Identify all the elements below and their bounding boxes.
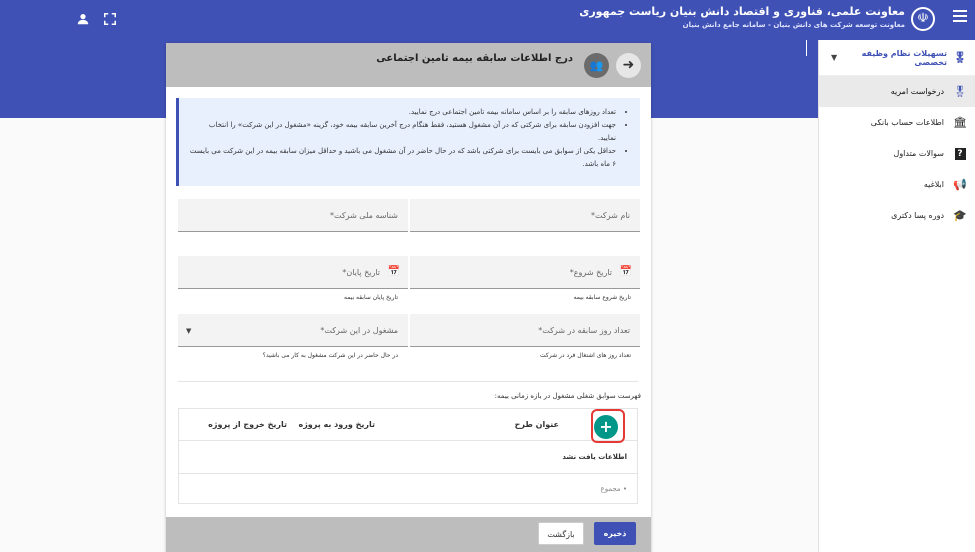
days-hint: تعداد روز های اشتغال فرد در شرکت — [540, 352, 631, 359]
column-project-title: عنوان طرح — [514, 420, 559, 429]
days-placeholder: تعداد روز سابقه در شرکت* — [538, 326, 630, 335]
person-icon[interactable] — [76, 12, 90, 26]
national-id-placeholder: شناسه ملی شرکت* — [329, 211, 398, 220]
column-entry-date: تاریخ ورود به پروژه — [298, 420, 375, 429]
fullscreen-icon[interactable] — [103, 12, 117, 26]
graduation-cap-icon: 🎓 — [953, 209, 967, 222]
end-date-hint: تاریخ پایان سابقه بیمه — [343, 294, 398, 301]
sidebar-item-postdoc[interactable]: 🎓 دوره پسا دکتری — [819, 200, 975, 231]
sidebar-item-label: درخواست امریه — [890, 87, 944, 96]
company-name-field[interactable]: نام شرکت* — [410, 199, 640, 232]
start-date-field[interactable]: 📅 تاریخ شروع* — [410, 256, 640, 289]
sidebar-item-faq[interactable]: ? سوالات متداول — [819, 138, 975, 169]
section-divider — [178, 381, 638, 382]
sidebar: 🎖 تسهیلات نظام وظیفه تخصصی ▼ 🎖 درخواست ا… — [818, 40, 975, 552]
arrow-forward-icon[interactable]: ➜ — [616, 53, 641, 78]
end-date-field[interactable]: 📅 تاریخ پایان* — [178, 256, 408, 289]
medal-icon: 🎖 — [953, 85, 967, 98]
person-add-icon: 👥 — [584, 53, 609, 78]
add-record-button[interactable]: + — [594, 415, 618, 439]
calendar-icon[interactable]: 📅 — [620, 266, 632, 277]
info-box: تعداد روزهای سابقه را بر اساس سامانه بیم… — [176, 98, 640, 186]
national-id-field[interactable]: شناسه ملی شرکت* — [178, 199, 408, 232]
sum-label: • مجموع — [600, 485, 627, 493]
sidebar-item-label: اطلاعات حساب بانکی — [870, 118, 944, 127]
page-title: درج اطلاعات سابقه بیمه تامین اجتماعی — [376, 53, 573, 64]
start-date-hint: تاریخ شروع سابقه بیمه — [573, 294, 631, 301]
column-exit-date: تاریخ خروج از پروژه — [208, 420, 287, 429]
save-button[interactable]: ذخیره — [594, 522, 636, 545]
employed-select[interactable]: مشغول در این شرکت* ▼ — [178, 314, 408, 347]
card-footer: ذخیره بازگشت — [166, 517, 651, 552]
bank-icon: 🏛 — [953, 116, 967, 129]
sidebar-item-announcement[interactable]: 📢 ابلاغیه — [819, 169, 975, 200]
calendar-icon[interactable]: 📅 — [388, 266, 400, 277]
empty-message: اطلاعات یافت نشد — [562, 453, 627, 461]
divider — [806, 40, 807, 56]
sidebar-group-military-service[interactable]: 🎖 تسهیلات نظام وظیفه تخصصی ▼ — [819, 40, 975, 76]
info-item: حداقل یکی از سوابق می بایست برای شرکتی ب… — [189, 145, 616, 171]
sidebar-item-label: دوره پسا دکتری — [891, 211, 944, 220]
employed-placeholder: مشغول در این شرکت* — [320, 326, 398, 335]
app-title: معاونت علمی، فناوری و اقتصاد دانش بنیان … — [579, 5, 905, 18]
info-item: تعداد روزهای سابقه را بر اساس سامانه بیم… — [189, 106, 616, 119]
top-app-bar: ☫ معاونت علمی، فناوری و اقتصاد دانش بنیا… — [0, 0, 975, 40]
insurance-form-card: ➜ 👥 درج اطلاعات سابقه بیمه تامین اجتماعی… — [166, 43, 651, 552]
employed-hint: در حال حاضر در این شرکت مشغول به کار می … — [262, 352, 398, 359]
sidebar-item-label: سوالات متداول — [893, 149, 945, 158]
table-header: عنوان طرح تاریخ ورود به پروژه تاریخ خروج… — [179, 409, 637, 443]
app-subtitle: معاونت توسعه شرکت های دانش بنیان - سامان… — [682, 21, 905, 29]
job-history-table: عنوان طرح تاریخ ورود به پروژه تاریخ خروج… — [178, 408, 638, 504]
list-title: فهرست سوابق شغلی مشغول در بازه زمانی بیم… — [494, 392, 641, 400]
end-date-placeholder: تاریخ پایان* — [342, 268, 380, 277]
company-name-placeholder: نام شرکت* — [591, 211, 630, 220]
sum-row: • مجموع — [179, 473, 637, 505]
days-field[interactable]: تعداد روز سابقه در شرکت* — [410, 314, 640, 347]
medal-icon: 🎖 — [953, 51, 967, 64]
dropdown-arrow-icon[interactable]: ▼ — [186, 327, 191, 335]
info-item: جهت افزودن سابقه برای شرکتی که در آن مشغ… — [189, 119, 616, 145]
question-book-icon: ? — [953, 147, 967, 161]
card-header: ➜ 👥 درج اطلاعات سابقه بیمه تامین اجتماعی — [166, 43, 651, 87]
start-date-placeholder: تاریخ شروع* — [569, 268, 612, 277]
sidebar-group-label: تسهیلات نظام وظیفه تخصصی — [861, 48, 948, 67]
add-button-highlight: + — [591, 409, 625, 443]
megaphone-icon: 📢 — [953, 178, 967, 191]
sidebar-item-bank-account[interactable]: 🏛 اطلاعات حساب بانکی — [819, 107, 975, 138]
back-button[interactable]: بازگشت — [538, 522, 584, 545]
sidebar-item-label: ابلاغیه — [923, 180, 944, 189]
emblem-logo: ☫ — [911, 7, 935, 31]
chevron-down-icon[interactable]: ▼ — [831, 53, 837, 62]
sidebar-item-request[interactable]: 🎖 درخواست امریه — [819, 76, 975, 107]
hamburger-icon[interactable] — [953, 10, 967, 24]
